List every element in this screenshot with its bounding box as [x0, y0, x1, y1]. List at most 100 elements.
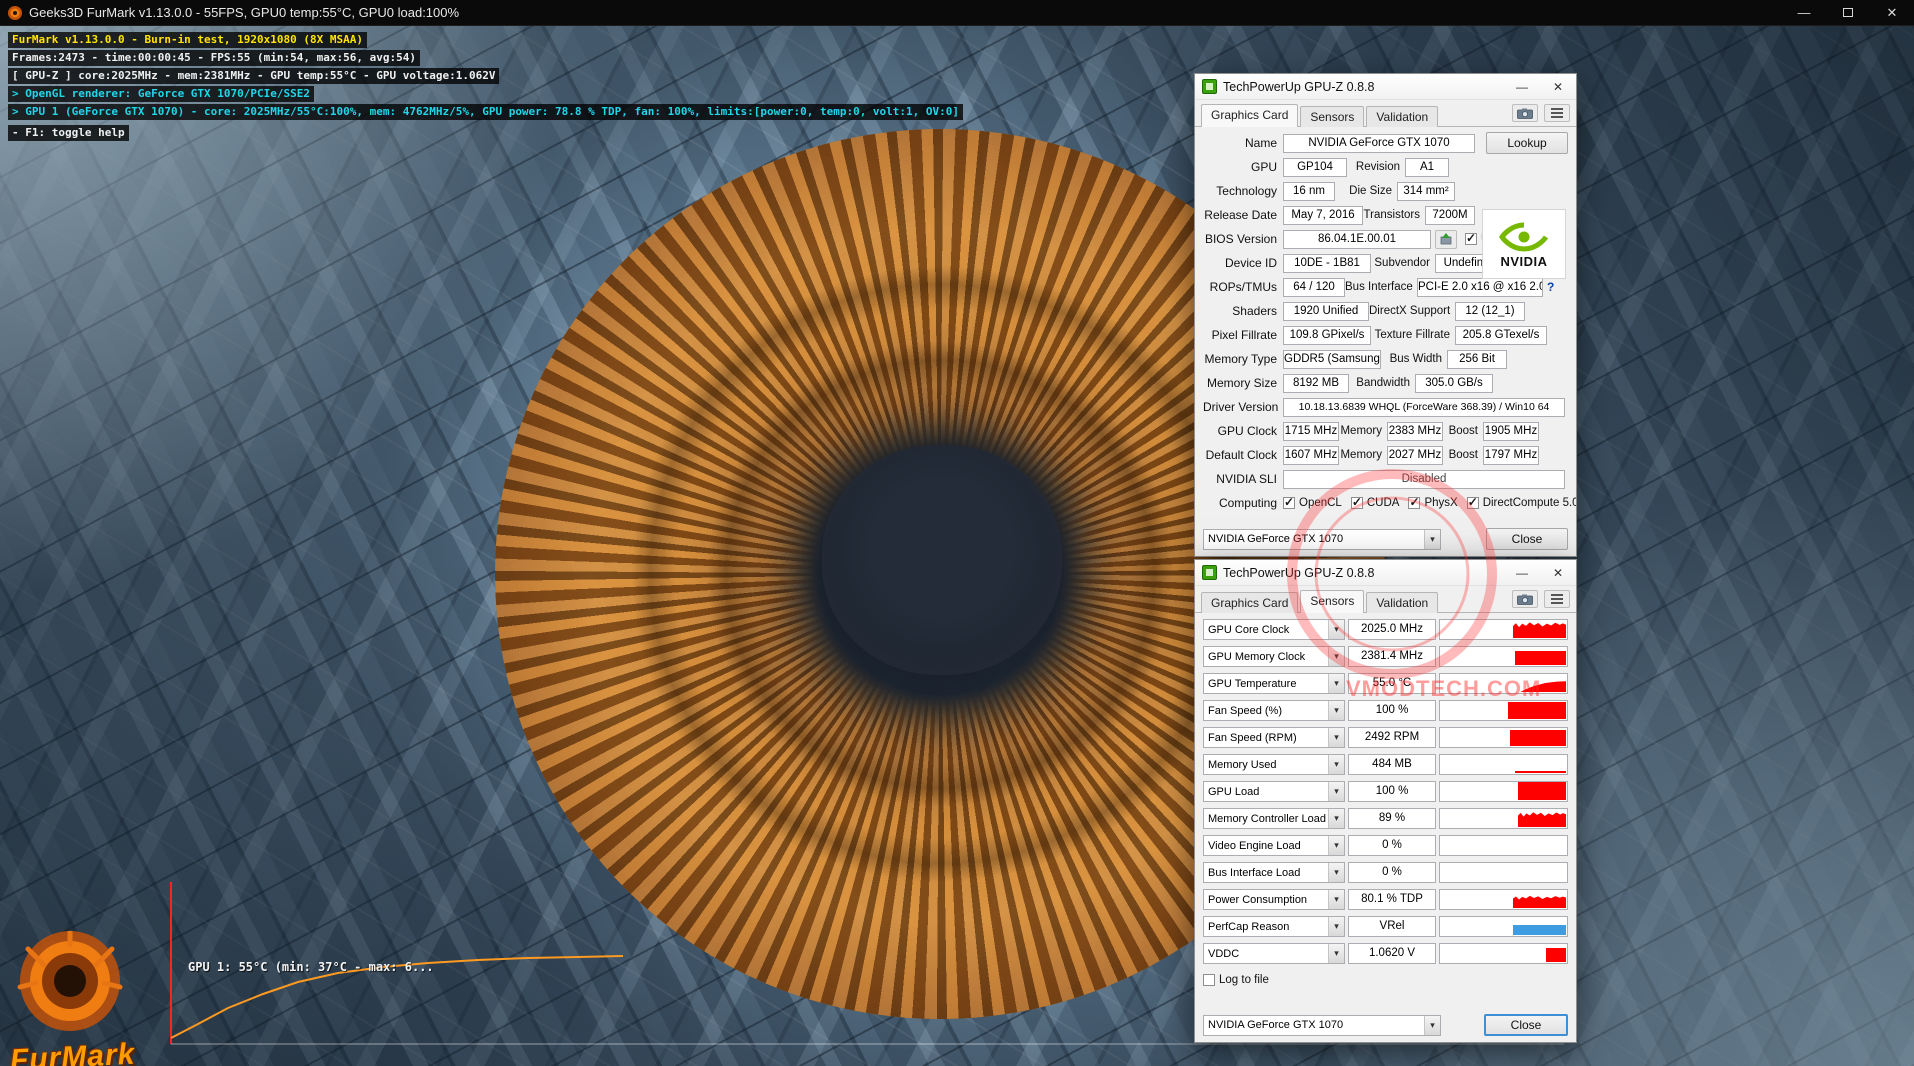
directcompute-checkbox[interactable]: [1466, 495, 1479, 509]
sensor-value: 80.1 % TDP: [1348, 889, 1436, 910]
sensor-select[interactable]: Video Engine Load ▾: [1203, 835, 1345, 856]
sensor-value: 0 %: [1348, 862, 1436, 883]
menu-button[interactable]: [1544, 104, 1570, 122]
sensor-value: 0 %: [1348, 835, 1436, 856]
sensor-select[interactable]: Fan Speed (RPM) ▾: [1203, 727, 1345, 748]
gpuz-sensors-body: GPU Core Clock ▾ 2025.0 MHz GPU Memory C…: [1195, 613, 1576, 1042]
furmark-logo: FurMark: [8, 924, 168, 1066]
transistors-label: Transistors: [1363, 209, 1420, 221]
sensor-select-label: Video Engine Load: [1208, 839, 1301, 852]
camera-icon: [1517, 108, 1533, 119]
tab-sensors[interactable]: Sensors: [1300, 590, 1365, 613]
sensor-select[interactable]: PerfCap Reason ▾: [1203, 916, 1345, 937]
close-button[interactable]: ✕: [1540, 74, 1576, 99]
opencl-checkbox[interactable]: [1283, 495, 1295, 509]
sensor-select[interactable]: GPU Memory Clock ▾: [1203, 646, 1345, 667]
subvendor-label: Subvendor: [1374, 257, 1430, 269]
sensor-select[interactable]: GPU Temperature ▾: [1203, 673, 1345, 694]
tab-sensors[interactable]: Sensors: [1300, 106, 1365, 127]
bus-width-value: 256 Bit: [1447, 349, 1507, 369]
osd-line: [ GPU-Z ] core:2025MHz - mem:2381MHz - G…: [8, 68, 500, 84]
sensor-select-label: GPU Core Clock: [1208, 623, 1290, 636]
default-boost-clock-label: Boost: [1448, 449, 1478, 461]
sensor-select[interactable]: GPU Core Clock ▾: [1203, 619, 1345, 640]
sensor-value: VRel: [1348, 916, 1436, 937]
furmark-osd: FurMark v1.13.0.0 - Burn-in test, 1920x1…: [8, 32, 964, 143]
lookup-button[interactable]: Lookup: [1486, 132, 1568, 154]
sensor-select[interactable]: Power Consumption ▾: [1203, 889, 1345, 910]
sensor-select[interactable]: Memory Used ▾: [1203, 754, 1345, 775]
row-gpu: GPU GP104 Revision A1: [1203, 155, 1568, 179]
physx-checkbox[interactable]: [1408, 495, 1421, 509]
minimize-button[interactable]: —: [1504, 560, 1540, 585]
device-id-label: Device ID: [1224, 256, 1277, 270]
minimize-button[interactable]: —: [1504, 74, 1540, 99]
menu-button[interactable]: [1544, 590, 1570, 608]
minimize-button[interactable]: —: [1782, 0, 1826, 25]
device-id-value: 10DE - 1B81: [1283, 253, 1371, 273]
maximize-button[interactable]: [1826, 0, 1870, 25]
sensor-graph: [1439, 943, 1568, 964]
gpu-clock-label: GPU Clock: [1217, 424, 1277, 438]
sensor-select[interactable]: GPU Load ▾: [1203, 781, 1345, 802]
sensor-graph: [1439, 727, 1568, 748]
cuda-label: CUDA: [1366, 497, 1400, 509]
chevron-down-icon: ▾: [1328, 890, 1344, 909]
sensor-select-label: PerfCap Reason: [1208, 920, 1290, 933]
name-value: NVIDIA GeForce GTX 1070: [1283, 133, 1475, 153]
chevron-down-icon: ▾: [1328, 755, 1344, 774]
tab-graphics-card[interactable]: Graphics Card: [1201, 104, 1299, 127]
gpu-value: GP104: [1283, 157, 1347, 177]
chevron-down-icon: ▾: [1328, 701, 1344, 720]
directx-value: 12 (12_1): [1455, 301, 1525, 321]
pixel-fillrate-value: 109.8 GPixel/s: [1283, 325, 1371, 345]
bios-export-button[interactable]: [1435, 229, 1457, 249]
close-dialog-button[interactable]: Close: [1486, 528, 1568, 550]
tab-graphics-card[interactable]: Graphics Card: [1201, 592, 1299, 613]
rops-value: 64 / 120: [1283, 277, 1345, 297]
chevron-down-icon: ▾: [1328, 620, 1344, 639]
default-clock-label: Default Clock: [1205, 448, 1277, 462]
shaders-value: 1920 Unified: [1283, 301, 1369, 321]
bus-interface-help-link[interactable]: ?: [1547, 280, 1554, 294]
release-date-label: Release Date: [1204, 208, 1277, 222]
sensor-select-label: Memory Controller Load: [1208, 812, 1326, 825]
nvidia-eye-icon: [1498, 222, 1549, 252]
osd-line: > OpenGL renderer: GeForce GTX 1070/PCIe…: [8, 86, 315, 102]
sensor-value: 100 %: [1348, 781, 1436, 802]
device-select[interactable]: NVIDIA GeForce GTX 1070 ▾: [1203, 528, 1441, 550]
log-to-file-checkbox[interactable]: [1203, 974, 1215, 986]
die-size-value: 314 mm²: [1397, 181, 1455, 201]
close-dialog-button[interactable]: Close: [1484, 1014, 1568, 1036]
uefi-checkbox[interactable]: [1465, 231, 1477, 245]
cuda-checkbox[interactable]: [1350, 495, 1363, 509]
sensor-row: GPU Temperature ▾ 55.0 °C: [1203, 671, 1568, 696]
sensor-graph: [1439, 781, 1568, 802]
sensor-select[interactable]: Fan Speed (%) ▾: [1203, 700, 1345, 721]
nvidia-logo: NVIDIA: [1482, 209, 1566, 279]
sensor-row: Fan Speed (%) ▾ 100 %: [1203, 698, 1568, 723]
gpuz-sensors-titlebar: TechPowerUp GPU-Z 0.8.8 — ✕: [1195, 560, 1576, 586]
texture-fillrate-label: Texture Fillrate: [1374, 329, 1450, 341]
furmark-app-icon: [8, 5, 22, 20]
sensor-select[interactable]: VDDC ▾: [1203, 943, 1345, 964]
sensor-select-label: Memory Used: [1208, 758, 1277, 771]
driver-value: 10.18.13.6839 WHQL (ForceWare 368.39) / …: [1283, 397, 1565, 417]
gpuz-card-bottom-bar: NVIDIA GeForce GTX 1070 ▾ Close: [1203, 524, 1568, 550]
screenshot-camera-button[interactable]: [1512, 590, 1538, 608]
screenshot-camera-button[interactable]: [1512, 104, 1538, 122]
close-button[interactable]: ✕: [1870, 0, 1914, 25]
sensor-graph: [1439, 619, 1568, 640]
chevron-down-icon: ▾: [1328, 917, 1344, 936]
sensor-value: 484 MB: [1348, 754, 1436, 775]
sensor-select[interactable]: Bus Interface Load ▾: [1203, 862, 1345, 883]
tab-validation[interactable]: Validation: [1366, 106, 1439, 127]
osd-line: Frames:2473 - time:00:00:45 - FPS:55 (mi…: [8, 50, 420, 66]
flame-icon: [17, 924, 123, 1031]
close-button[interactable]: ✕: [1540, 560, 1576, 585]
device-select[interactable]: NVIDIA GeForce GTX 1070 ▾: [1203, 1014, 1441, 1036]
gpuz-sensors-window-title: TechPowerUp GPU-Z 0.8.8: [1223, 565, 1375, 580]
gpuz-card-tabs: Graphics Card Sensors Validation: [1195, 100, 1576, 127]
sensor-select[interactable]: Memory Controller Load ▾: [1203, 808, 1345, 829]
tab-validation[interactable]: Validation: [1366, 592, 1439, 613]
